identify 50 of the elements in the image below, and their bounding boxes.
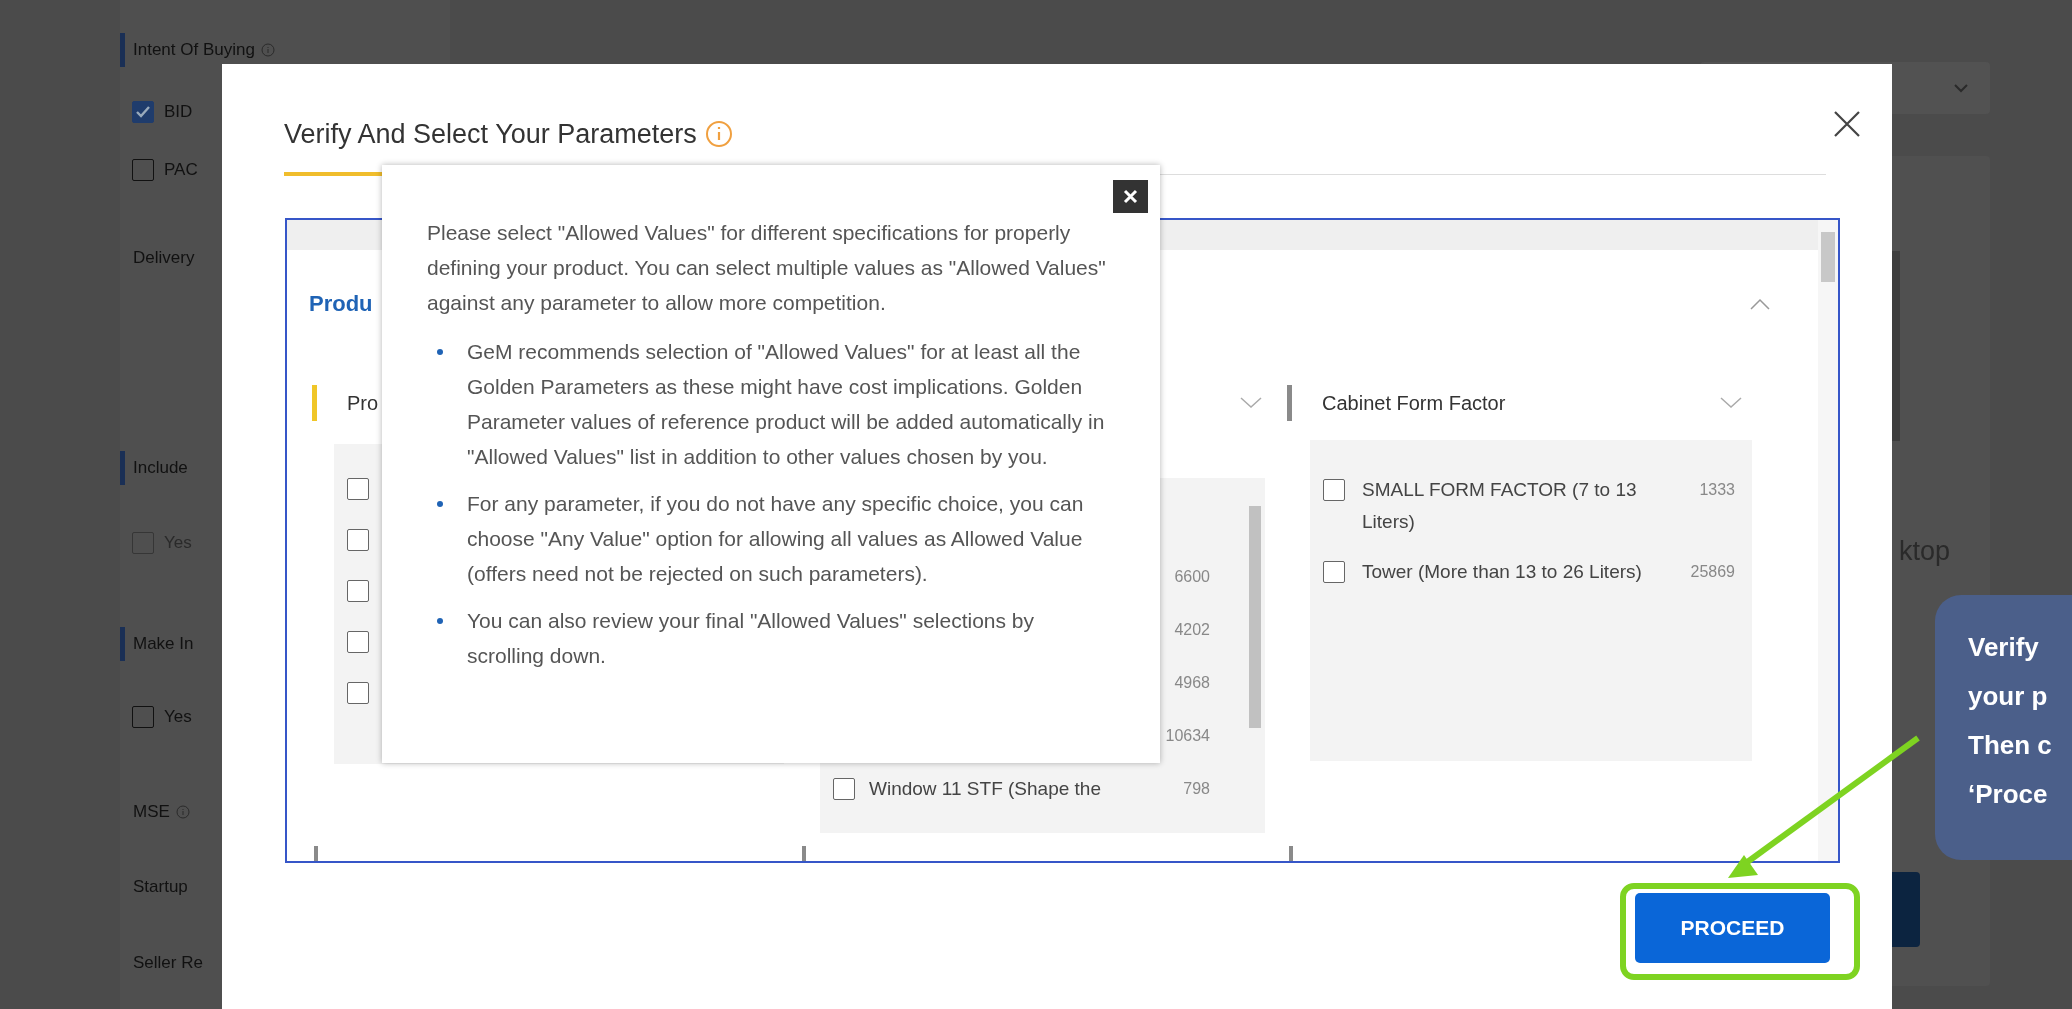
- checkbox-label: PAC: [164, 160, 198, 180]
- section-title: Produ: [309, 291, 373, 317]
- option-count: 10634: [1165, 726, 1210, 745]
- close-icon: [1832, 109, 1862, 139]
- bullet-text: GeM recommends selection of "Allowed Values" for at least all the Golden Parameters as these might have cost implications. Golden Parameter values of reference product will be added automatically in "Allowed Values" list in addition to other values chosen by you.: [467, 340, 1105, 468]
- checkbox[interactable]: [132, 101, 154, 123]
- field-label: Seller Re: [133, 953, 203, 973]
- field-label: Delivery: [133, 248, 195, 268]
- field-label: Startup: [133, 877, 188, 897]
- checkbox[interactable]: [347, 478, 369, 500]
- close-button[interactable]: [1832, 109, 1862, 139]
- tooltip-text: Please select "Allowed Values" for different specifications for properly defining your product. You can select multiple values as "Allowed Values" against any parameter to allow more competition.: [427, 220, 1107, 316]
- tutorial-callout: Verify your p Then c ‘Proce: [1935, 595, 2072, 860]
- option-count: 25869: [1690, 562, 1735, 582]
- option-count: 6600: [1174, 567, 1210, 586]
- checkbox[interactable]: [1323, 561, 1345, 583]
- option-count: 798: [1183, 779, 1210, 798]
- checkbox[interactable]: [132, 706, 154, 728]
- checkbox[interactable]: [132, 159, 154, 181]
- bullet-text: You can also review your final "Allowed Values" selections by scrolling down.: [467, 609, 1035, 667]
- option-count: 1333: [1699, 480, 1735, 500]
- checkbox[interactable]: [833, 777, 855, 800]
- option-count: 4202: [1174, 620, 1210, 639]
- section-heading: Include: [133, 458, 188, 478]
- chevron-down-icon: [1954, 83, 1968, 93]
- column-header: Cabinet Form Factor: [1322, 391, 1506, 415]
- field-label: MSE: [133, 802, 170, 822]
- column-header: Pro: [347, 391, 379, 415]
- option-label: Tower (More than 13 to 26 Liters): [1362, 560, 1643, 584]
- option-label: SMALL FORM FACTOR (7 to 13 Liters): [1362, 478, 1638, 534]
- checkbox[interactable]: [347, 529, 369, 551]
- chevron-up-icon[interactable]: [1750, 298, 1770, 310]
- checkbox-label: Yes: [164, 707, 192, 727]
- proceed-button[interactable]: PROCEED: [1635, 893, 1830, 963]
- bullet-icon: [437, 349, 443, 355]
- checkbox[interactable]: [347, 682, 369, 704]
- scrollbar[interactable]: [1818, 220, 1838, 861]
- section-heading: Make In: [133, 634, 194, 654]
- checkbox[interactable]: [1323, 479, 1345, 501]
- option-count: 4968: [1174, 673, 1210, 692]
- option-label: Window 11 STF (Shape the: [869, 777, 1102, 800]
- close-button[interactable]: [1113, 180, 1148, 213]
- bullet-icon: [437, 501, 443, 507]
- bullet-text: For any parameter, if you do not have any specific choice, you can choose "Any Value" option for allowing all values as Allowed Value (offers need not be rejected on such parameters).: [467, 492, 1084, 585]
- dialog-title: Verify And Select Your Parameters: [284, 118, 697, 150]
- checkbox[interactable]: [347, 580, 369, 602]
- section-heading: Intent Of Buying: [133, 40, 255, 60]
- checkbox[interactable]: [347, 631, 369, 653]
- bullet-icon: [437, 618, 443, 624]
- checkbox-label: BID: [164, 102, 193, 122]
